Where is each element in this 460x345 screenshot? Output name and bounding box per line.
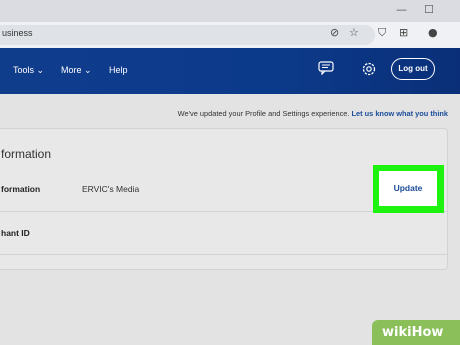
settings-icon[interactable] [361, 61, 377, 82]
business-info-label: formation [1, 184, 41, 194]
update-highlight: Update [373, 165, 444, 213]
message-center-icon[interactable] [318, 61, 334, 80]
star-icon[interactable]: ☆ [349, 26, 359, 39]
merchant-id-label: hant ID [1, 228, 30, 238]
card-title: formation [1, 147, 52, 161]
extensions-icon[interactable]: ⊞ [399, 26, 408, 39]
eye-off-icon[interactable]: ⊘ [330, 26, 339, 39]
nav-more[interactable]: More ⌄ [61, 65, 92, 76]
maximize-icon[interactable]: ☐ [424, 3, 434, 16]
browser-address-bar: usiness ⊘ ☆ ⛉ ⊞ ● [0, 22, 460, 49]
row-divider [0, 254, 447, 255]
settings-update-notice: We've updated your Profile and Settings … [177, 109, 449, 118]
feedback-link[interactable]: Let us know what you think [352, 109, 449, 118]
update-button[interactable]: Update [379, 171, 437, 206]
top-navbar: Tools ⌄ More ⌄ Help Log out [0, 48, 460, 94]
url-field[interactable]: usiness [0, 25, 375, 45]
profile-avatar-icon[interactable]: ● [428, 26, 438, 39]
main-content: We've updated your Profile and Settings … [0, 94, 460, 345]
wikihow-watermark: wikiHow [372, 320, 460, 345]
logout-button[interactable]: Log out [391, 58, 435, 80]
nav-tools[interactable]: Tools ⌄ [13, 65, 44, 76]
business-name-value: ERVIC's Media [82, 184, 140, 194]
nav-help[interactable]: Help [109, 65, 128, 75]
shield-extension-icon[interactable]: ⛉ [378, 26, 386, 40]
url-text: usiness [2, 28, 33, 38]
minimize-icon[interactable]: — [396, 3, 407, 16]
browser-titlebar: — ☐ [0, 0, 460, 22]
